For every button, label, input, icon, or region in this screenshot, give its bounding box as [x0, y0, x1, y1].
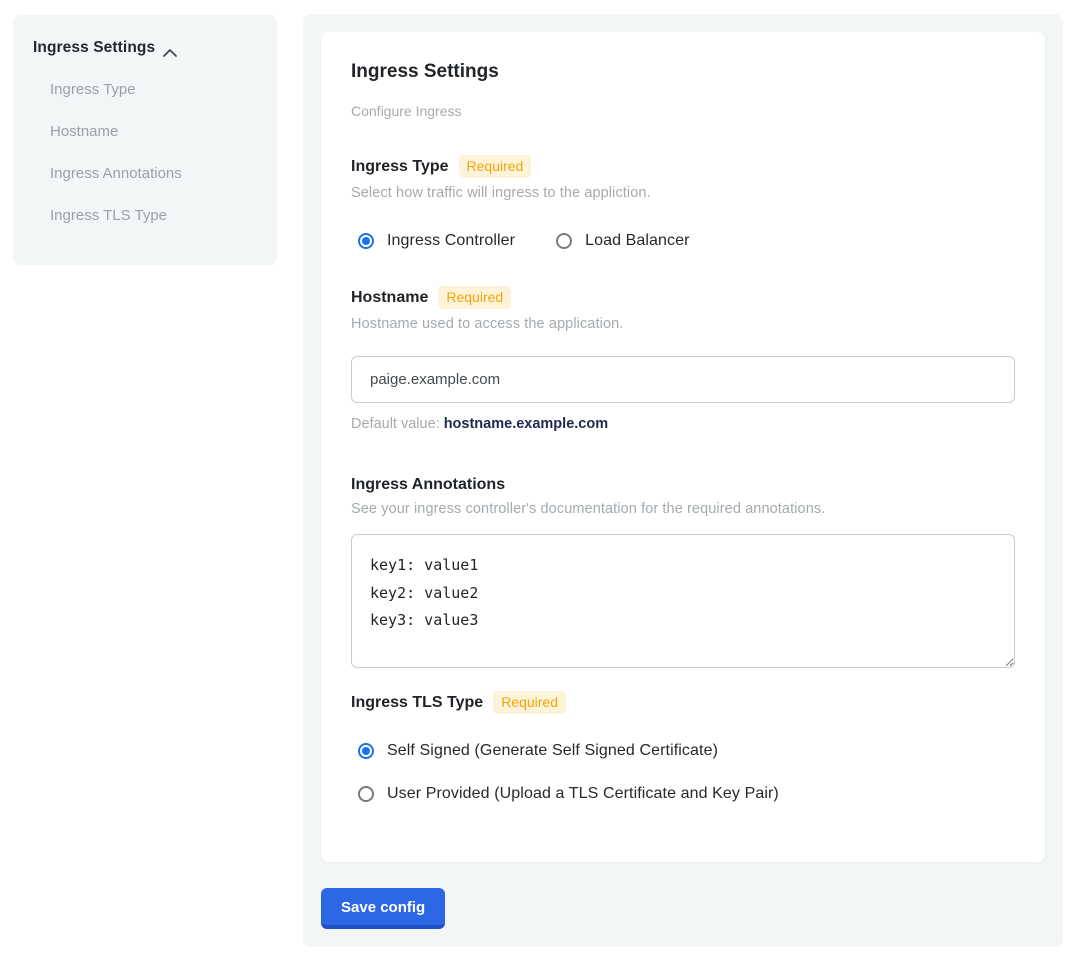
radio-user-provided[interactable]: User Provided (Upload a TLS Certificate …: [358, 785, 1015, 803]
ingress-type-description: Select how traffic will ingress to the a…: [351, 185, 1015, 201]
section-ingress-tls-type: Ingress TLS Type Required Self Signed (G…: [351, 691, 1015, 803]
radio-button-icon[interactable]: [358, 743, 374, 759]
tls-type-radio-group: Self Signed (Generate Self Signed Certif…: [351, 742, 1015, 803]
radio-self-signed[interactable]: Self Signed (Generate Self Signed Certif…: [358, 742, 1015, 760]
sidebar-section-ingress-settings[interactable]: Ingress Settings: [33, 39, 257, 57]
radio-button-icon[interactable]: [556, 233, 572, 249]
radio-ingress-controller[interactable]: Ingress Controller: [358, 232, 515, 250]
ingress-settings-card: Ingress Settings Configure Ingress Ingre…: [321, 32, 1045, 862]
hostname-input[interactable]: [351, 356, 1015, 403]
hostname-description: Hostname used to access the application.: [351, 316, 1015, 332]
section-ingress-type: Ingress Type Required Select how traffic…: [351, 155, 1015, 250]
sidebar-item-ingress-tls-type[interactable]: Ingress TLS Type: [33, 207, 257, 225]
page-title: Ingress Settings: [351, 60, 1015, 83]
annotations-textarea[interactable]: key1: value1 key2: value2 key3: value3: [351, 534, 1015, 668]
radio-button-icon[interactable]: [358, 786, 374, 802]
hostname-label: Hostname: [351, 289, 428, 307]
radio-label: User Provided (Upload a TLS Certificate …: [387, 785, 779, 803]
radio-label: Ingress Controller: [387, 232, 515, 250]
default-value-text: hostname.example.com: [444, 416, 608, 432]
section-hostname: Hostname Required Hostname used to acces…: [351, 286, 1015, 432]
required-badge: Required: [493, 691, 566, 714]
chevron-up-icon: [163, 44, 177, 53]
radio-load-balancer[interactable]: Load Balancer: [556, 232, 690, 250]
save-config-button[interactable]: Save config: [321, 888, 445, 929]
settings-sidebar: Ingress Settings Ingress Type Hostname I…: [13, 15, 277, 265]
radio-label: Self Signed (Generate Self Signed Certif…: [387, 742, 718, 760]
sidebar-item-ingress-annotations[interactable]: Ingress Annotations: [33, 165, 257, 183]
radio-button-icon[interactable]: [358, 233, 374, 249]
annotations-label: Ingress Annotations: [351, 476, 505, 494]
ingress-type-label: Ingress Type: [351, 158, 449, 176]
sidebar-item-hostname[interactable]: Hostname: [33, 123, 257, 141]
sidebar-item-ingress-type[interactable]: Ingress Type: [33, 81, 257, 99]
section-ingress-annotations: Ingress Annotations See your ingress con…: [351, 476, 1015, 668]
hostname-default-line: Default value: hostname.example.com: [351, 416, 1015, 432]
required-badge: Required: [438, 286, 511, 309]
ingress-settings-panel: Ingress Settings Configure Ingress Ingre…: [303, 14, 1063, 947]
radio-label: Load Balancer: [585, 232, 690, 250]
default-value-label: Default value:: [351, 416, 440, 432]
tls-type-label: Ingress TLS Type: [351, 694, 483, 712]
sidebar-item-list: Ingress Type Hostname Ingress Annotation…: [33, 81, 257, 225]
ingress-type-radio-group: Ingress Controller Load Balancer: [351, 232, 1015, 250]
sidebar-section-title: Ingress Settings: [33, 39, 155, 57]
annotations-description: See your ingress controller's documentat…: [351, 501, 1015, 517]
page-subtitle: Configure Ingress: [351, 103, 1015, 119]
required-badge: Required: [459, 155, 532, 178]
